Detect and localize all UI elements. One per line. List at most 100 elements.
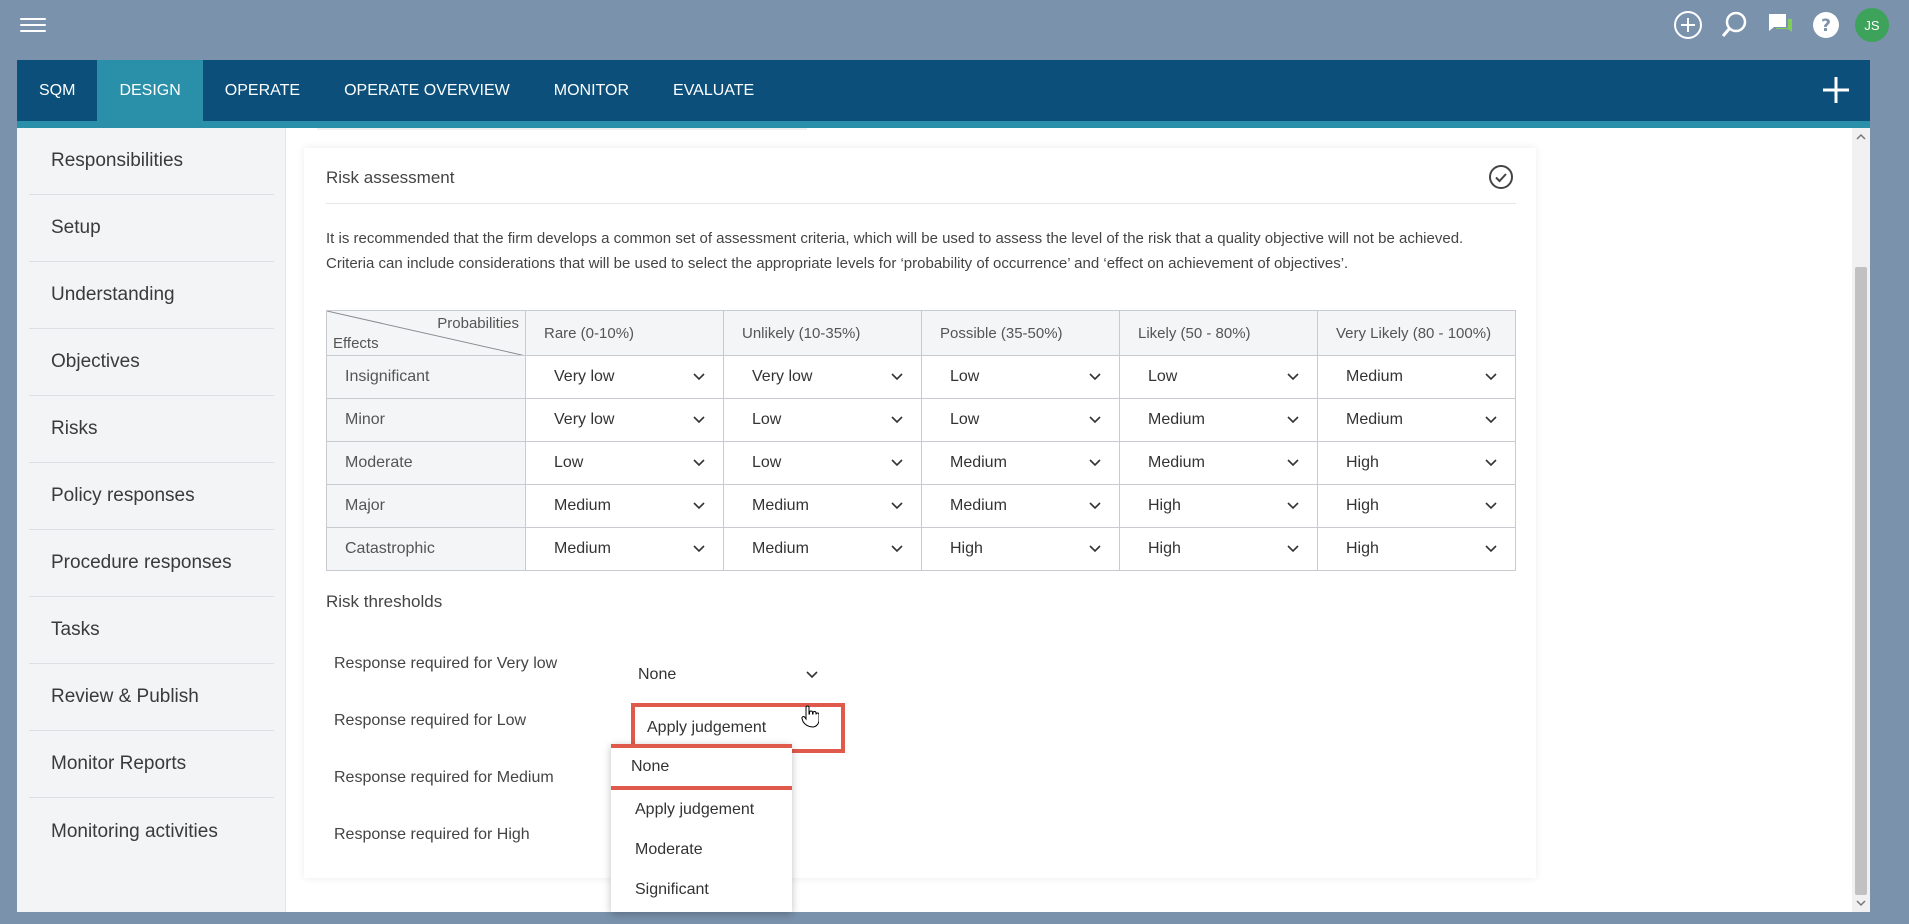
matrix-row: Catastrophic Medium Medium High High High xyxy=(326,527,1516,571)
matrix-cell: Low xyxy=(723,398,922,442)
sidebar-item-risks[interactable]: Risks xyxy=(29,396,274,463)
matrix-cell: High xyxy=(1119,527,1318,571)
tab-design[interactable]: DESIGN xyxy=(97,60,203,121)
chevron-down-icon xyxy=(1089,459,1101,467)
matrix-cell: Medium xyxy=(723,484,922,528)
risk-level-select[interactable]: Medium xyxy=(724,486,921,527)
add-circle-icon[interactable] xyxy=(1671,8,1705,42)
avatar[interactable]: JS xyxy=(1855,8,1889,42)
risk-level-select[interactable]: Medium xyxy=(526,486,723,527)
sidebar-item-procedure-responses[interactable]: Procedure responses xyxy=(29,530,274,597)
scroll-up-icon[interactable] xyxy=(1856,132,1866,142)
risk-level-select[interactable]: Low xyxy=(526,443,723,484)
chevron-down-icon xyxy=(693,502,705,510)
chevron-down-icon xyxy=(693,416,705,424)
search-icon[interactable] xyxy=(1717,8,1751,42)
dropdown-option-apply-judgement[interactable]: Apply judgement xyxy=(611,790,792,830)
chevron-down-icon xyxy=(891,459,903,467)
scroll-down-icon[interactable] xyxy=(1856,898,1866,908)
dropdown-option-significant[interactable]: Significant xyxy=(611,870,792,910)
risk-level-select[interactable]: Low xyxy=(922,400,1119,441)
check-circle-icon[interactable] xyxy=(1488,164,1514,190)
plus-icon[interactable] xyxy=(1820,74,1852,106)
risk-level-select[interactable]: High xyxy=(1120,486,1317,527)
risk-level-select[interactable]: High xyxy=(1318,529,1515,570)
sidebar-item-monitor-reports[interactable]: Monitor Reports xyxy=(29,731,274,798)
select-value: High xyxy=(1148,497,1181,514)
select-value: Medium xyxy=(1346,368,1403,385)
tab-monitor[interactable]: MONITOR xyxy=(532,60,651,121)
main-nav: SQM DESIGN OPERATE OPERATE OVERVIEW MONI… xyxy=(17,60,1870,121)
sidebar-item-review-publish[interactable]: Review & Publish xyxy=(29,664,274,731)
chevron-down-icon xyxy=(1089,416,1101,424)
tab-sqm[interactable]: SQM xyxy=(17,60,97,121)
chevron-down-icon xyxy=(891,545,903,553)
matrix-cell: High xyxy=(1317,484,1516,528)
sidebar-item-understanding[interactable]: Understanding xyxy=(29,262,274,329)
scrollbar[interactable] xyxy=(1852,128,1870,912)
threshold-select-very-low[interactable]: None xyxy=(626,654,830,696)
threshold-dropdown: None Apply judgement Moderate Significan… xyxy=(611,744,792,912)
top-bar: ? JS xyxy=(0,0,1909,52)
risk-level-select[interactable]: Low xyxy=(724,400,921,441)
risk-level-select[interactable]: Very low xyxy=(526,400,723,441)
scroll-thumb[interactable] xyxy=(1855,267,1867,895)
risk-level-select[interactable]: Medium xyxy=(1318,400,1515,441)
chevron-down-icon xyxy=(1485,502,1497,510)
risk-level-select[interactable]: Low xyxy=(724,443,921,484)
matrix-row: Moderate Low Low Medium Medium High xyxy=(326,441,1516,485)
tab-operate-overview[interactable]: OPERATE OVERVIEW xyxy=(322,60,532,121)
risk-level-select[interactable]: Very low xyxy=(526,357,723,398)
menu-icon[interactable] xyxy=(20,14,46,36)
sidebar-item-monitoring-activities[interactable]: Monitoring activities xyxy=(29,798,274,865)
divider xyxy=(317,128,807,130)
risk-level-select[interactable]: Medium xyxy=(922,443,1119,484)
select-value: High xyxy=(1148,540,1181,557)
select-value: Low xyxy=(752,411,782,428)
dropdown-option-moderate[interactable]: Moderate xyxy=(611,830,792,870)
risk-level-select[interactable]: Medium xyxy=(1120,400,1317,441)
sidebar-item-tasks[interactable]: Tasks xyxy=(29,597,274,664)
chevron-down-icon xyxy=(1485,545,1497,553)
chevron-down-icon xyxy=(1089,545,1101,553)
dropdown-option-none[interactable]: None xyxy=(611,744,792,790)
sidebar-item-responsibilities[interactable]: Responsibilities xyxy=(29,128,274,195)
risk-level-select[interactable]: High xyxy=(922,529,1119,570)
column-header: Very Likely (80 - 100%) xyxy=(1317,310,1516,356)
chevron-down-icon xyxy=(891,416,903,424)
chevron-down-icon xyxy=(1485,459,1497,467)
tab-evaluate[interactable]: EVALUATE xyxy=(651,60,776,121)
tab-operate[interactable]: OPERATE xyxy=(203,60,322,121)
select-value: Medium xyxy=(1346,411,1403,428)
chevron-down-icon xyxy=(891,373,903,381)
select-value: Very low xyxy=(554,368,615,385)
risk-level-select[interactable]: Medium xyxy=(1120,443,1317,484)
risk-level-select[interactable]: Medium xyxy=(922,486,1119,527)
matrix-cell: Very low xyxy=(525,355,724,399)
sidebar-item-setup[interactable]: Setup xyxy=(29,195,274,262)
sidebar-item-objectives[interactable]: Objectives xyxy=(29,329,274,396)
risk-assessment-card: Risk assessment It is recommended that t… xyxy=(304,148,1536,878)
risk-level-select[interactable]: Medium xyxy=(724,529,921,570)
risk-level-select[interactable]: Low xyxy=(922,357,1119,398)
select-value: Low xyxy=(950,411,980,428)
top-icons: ? JS xyxy=(1671,8,1889,42)
risk-level-select[interactable]: Medium xyxy=(526,529,723,570)
risk-level-select[interactable]: High xyxy=(1318,443,1515,484)
column-header: Rare (0-10%) xyxy=(525,310,724,356)
risk-level-select[interactable]: Medium xyxy=(1318,357,1515,398)
help-icon[interactable]: ? xyxy=(1809,8,1843,42)
column-header: Possible (35-50%) xyxy=(921,310,1120,356)
select-value: Low xyxy=(554,454,584,471)
threshold-label-high: Response required for High xyxy=(334,826,530,843)
risk-level-select[interactable]: Low xyxy=(1120,357,1317,398)
risk-level-select[interactable]: High xyxy=(1318,486,1515,527)
risk-matrix: Probabilities Effects Rare (0-10%) Unlik… xyxy=(326,310,1516,571)
chevron-down-icon xyxy=(1287,416,1299,424)
risk-level-select[interactable]: High xyxy=(1120,529,1317,570)
row-label: Catastrophic xyxy=(326,527,526,571)
chat-icon[interactable] xyxy=(1763,8,1797,42)
sidebar-item-policy-responses[interactable]: Policy responses xyxy=(29,463,274,530)
description-line-1: It is recommended that the firm develops… xyxy=(326,230,1464,247)
risk-level-select[interactable]: Very low xyxy=(724,357,921,398)
